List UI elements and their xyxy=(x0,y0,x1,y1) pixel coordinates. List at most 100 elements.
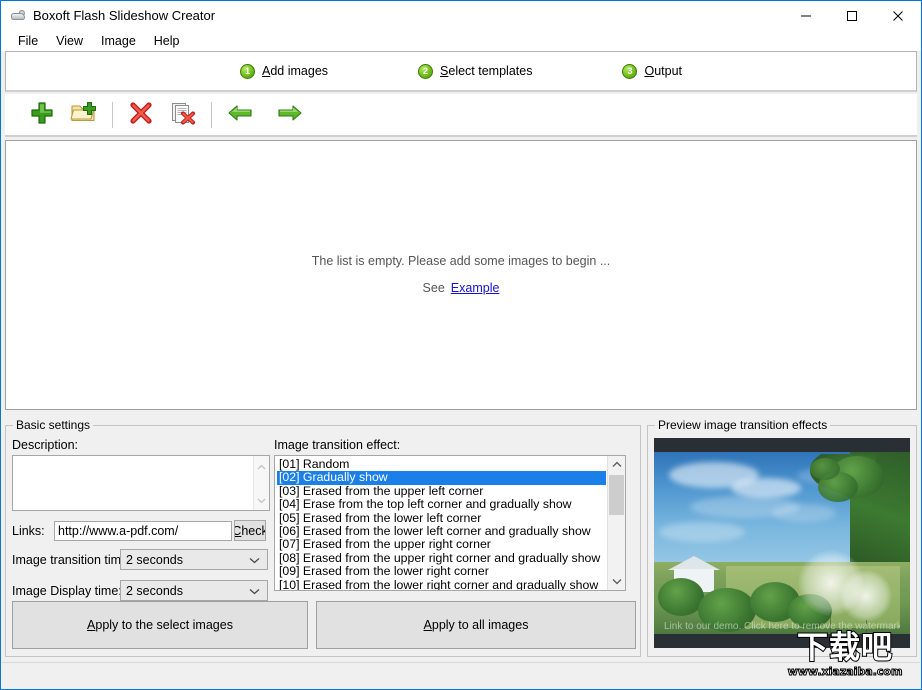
links-label: Links: xyxy=(12,524,54,538)
step-select-templates[interactable]: 2 Select templates xyxy=(418,64,532,79)
chevron-down-icon xyxy=(249,584,260,598)
chevron-up-icon[interactable] xyxy=(257,459,266,473)
list-item[interactable]: [01] Random xyxy=(277,458,606,471)
arrow-left-icon xyxy=(227,102,253,127)
display-time-row: Image Display time: 2 seconds xyxy=(12,580,274,601)
list-item[interactable]: [09] Erased from the lower right corner xyxy=(277,565,606,578)
list-item[interactable]: [02] Gradually show xyxy=(277,471,606,484)
remove-all-button[interactable] xyxy=(162,98,204,132)
transition-time-label: Image transition time: xyxy=(12,553,120,567)
preview-title: Preview image transition effects xyxy=(655,418,830,432)
basic-settings-group: Basic settings Description: Links xyxy=(5,425,641,657)
list-item[interactable]: [05] Erased from the lower left corner xyxy=(277,512,606,525)
arrow-right-icon xyxy=(277,102,303,127)
menu-item-view[interactable]: View xyxy=(47,32,92,50)
foliage-shape xyxy=(810,458,840,480)
empty-list-message: The list is empty. Please add some image… xyxy=(6,254,916,268)
preview-caption: Link to our demo. Click here to remove t… xyxy=(664,621,900,632)
window-title: Boxoft Flash Slideshow Creator xyxy=(33,8,215,23)
step-output[interactable]: 3 Output xyxy=(622,64,682,79)
apply-to-all-images-button[interactable]: Apply to all images xyxy=(316,601,636,649)
preview-letterbox-bottom xyxy=(654,634,910,648)
folder-add-icon xyxy=(70,100,98,129)
list-item[interactable]: [07] Erased from the upper right corner xyxy=(277,538,606,551)
transition-time-value: 2 seconds xyxy=(126,553,183,567)
transition-effect-list[interactable]: [01] Random [02] Gradually show [03] Era… xyxy=(274,455,626,591)
description-label: Description: xyxy=(12,438,274,452)
step-2-badge: 2 xyxy=(418,64,433,79)
plus-icon xyxy=(29,100,55,129)
step-1-badge: 1 xyxy=(240,64,255,79)
chevron-up-icon[interactable] xyxy=(608,456,625,473)
move-left-button[interactable] xyxy=(219,98,261,132)
scrollbar-thumb[interactable] xyxy=(609,475,624,515)
cloud-shape xyxy=(772,504,836,522)
transition-time-select[interactable]: 2 seconds xyxy=(120,549,268,570)
title-bar: Boxoft Flash Slideshow Creator xyxy=(1,1,921,30)
preview-group: Preview image transition effects xyxy=(647,425,917,657)
preview-image[interactable]: Link to our demo. Click here to remove t… xyxy=(654,438,910,648)
chevron-down-icon[interactable] xyxy=(257,493,266,507)
camera-icon xyxy=(10,8,26,24)
apply-select-label: Apply to the select images xyxy=(87,618,233,632)
minimize-button[interactable] xyxy=(783,1,829,30)
links-input[interactable] xyxy=(54,521,232,541)
bottom-region: Basic settings Description: Links xyxy=(5,425,917,661)
transition-effect-items: [01] Random [02] Gradually show [03] Era… xyxy=(275,456,606,591)
description-scrollbar[interactable] xyxy=(253,456,269,510)
step-add-images[interactable]: 1 Add images xyxy=(240,64,328,79)
description-field[interactable] xyxy=(12,455,270,511)
steps-bar: 1 Add images 2 Select templates 3 Output xyxy=(5,51,917,92)
step-3-badge: 3 xyxy=(622,64,637,79)
links-row: Links: Check xyxy=(12,520,274,541)
list-item[interactable]: [06] Erased from the lower left corner a… xyxy=(277,525,606,538)
example-link[interactable]: Example xyxy=(451,281,500,295)
basic-settings-title: Basic settings xyxy=(13,418,93,432)
apply-all-label: Apply to all images xyxy=(424,618,529,632)
check-button[interactable]: Check xyxy=(234,520,266,541)
example-row: See Example xyxy=(6,281,916,295)
step-2-label: Select templates xyxy=(440,64,532,78)
window-controls xyxy=(783,1,921,30)
add-image-button[interactable] xyxy=(21,98,63,132)
list-item[interactable]: [10] Erased from the lower right corner … xyxy=(277,579,606,591)
transition-effect-column: Image transition effect: [01] Random [02… xyxy=(274,438,634,591)
step-1-label: Add images xyxy=(262,64,328,78)
display-time-label: Image Display time: xyxy=(12,584,120,598)
image-list-panel[interactable]: The list is empty. Please add some image… xyxy=(5,140,917,410)
delete-x-icon xyxy=(128,100,154,129)
move-right-button[interactable] xyxy=(269,98,311,132)
cloud-shape xyxy=(731,478,801,498)
transition-effect-scrollbar[interactable] xyxy=(607,456,625,590)
list-item[interactable]: [03] Erased from the upper left corner xyxy=(277,485,606,498)
display-time-value: 2 seconds xyxy=(126,584,183,598)
application-window: Boxoft Flash Slideshow Creator File View… xyxy=(0,0,922,690)
close-button[interactable] xyxy=(875,1,921,30)
status-bar xyxy=(2,662,920,688)
basic-settings-left-column: Description: Links: Check xyxy=(12,438,274,609)
see-label: See xyxy=(423,281,445,295)
display-time-select[interactable]: 2 seconds xyxy=(120,580,268,601)
clear-all-icon xyxy=(170,100,196,129)
transition-time-row: Image transition time: 2 seconds xyxy=(12,549,274,570)
toolbar-separator xyxy=(112,102,113,128)
menu-item-image[interactable]: Image xyxy=(92,32,145,50)
menu-bar: File View Image Help xyxy=(1,30,921,51)
maximize-button[interactable] xyxy=(829,1,875,30)
toolbar-separator xyxy=(211,102,212,128)
add-folder-button[interactable] xyxy=(63,98,105,132)
dandelion-shape xyxy=(840,570,892,622)
preview-letterbox-top xyxy=(654,438,910,452)
cloud-shape xyxy=(659,522,745,542)
menu-item-file[interactable]: File xyxy=(9,32,47,50)
remove-image-button[interactable] xyxy=(120,98,162,132)
list-item[interactable]: [04] Erase from the top left corner and … xyxy=(277,498,606,511)
list-item[interactable]: [08] Erased from the upper right corner … xyxy=(277,552,606,565)
menu-item-help[interactable]: Help xyxy=(145,32,189,50)
toolbar xyxy=(5,94,917,137)
chevron-down-icon[interactable] xyxy=(608,573,625,590)
transition-effect-label: Image transition effect: xyxy=(274,438,634,452)
apply-to-select-images-button[interactable]: Apply to the select images xyxy=(12,601,308,649)
step-3-label: Output xyxy=(644,64,682,78)
apply-buttons-row: Apply to the select images Apply to all … xyxy=(12,601,636,649)
